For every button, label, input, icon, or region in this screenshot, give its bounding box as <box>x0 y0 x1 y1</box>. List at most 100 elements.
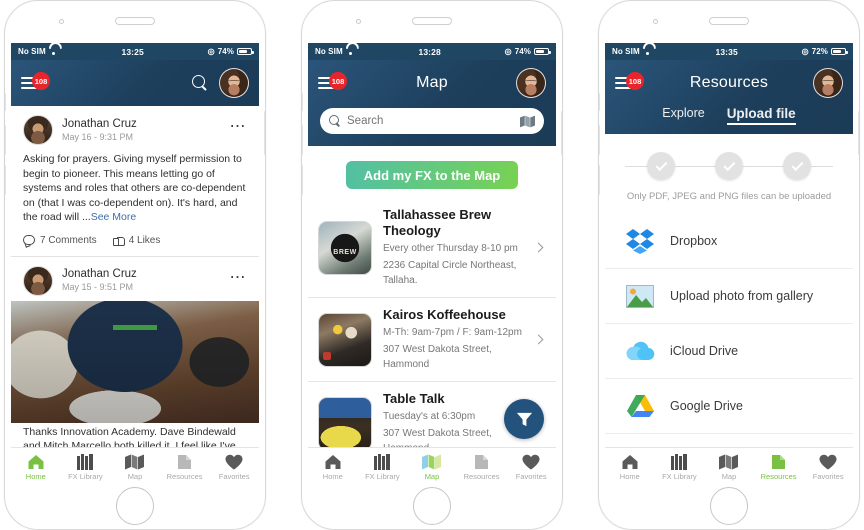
status-bar: No SIM 13:28 ◎ 74% <box>308 43 556 60</box>
upload-scroll-area[interactable]: Only PDF, JPEG and PNG files can be uplo… <box>605 143 853 447</box>
library-books-icon <box>670 453 688 470</box>
chevron-right-icon <box>533 334 544 345</box>
post-header: Jonathan Cruz May 15 - 9:51 PM ⋯ <box>11 257 259 301</box>
post-timestamp: May 15 - 9:51 PM <box>62 282 134 292</box>
map-icon <box>125 453 145 470</box>
battery-icon <box>534 47 551 56</box>
bottom-tab-bar: Home FX Library Map Resources Favorites <box>11 447 259 485</box>
tab-resources[interactable]: Resources <box>160 448 210 485</box>
tab-favorites-label: Favorites <box>515 471 547 481</box>
google-drive-icon <box>625 391 655 421</box>
phone-mute-switch <box>5 93 6 111</box>
post-stats: 7 Comments 4 Likes <box>11 231 259 256</box>
earpiece-speaker <box>115 17 155 25</box>
tab-home-label: Home <box>619 471 640 481</box>
see-more-link[interactable]: See More <box>91 211 137 223</box>
progress-step-3[interactable] <box>783 152 811 180</box>
status-bar: No SIM 13:25 ◎ 74% <box>11 43 259 60</box>
tab-resources-label: Resources <box>760 471 797 481</box>
tab-home[interactable]: Home <box>11 448 61 485</box>
progress-step-2[interactable] <box>715 152 743 180</box>
tab-explore[interactable]: Explore <box>662 106 704 125</box>
place-row[interactable]: Tallahassee Brew Theology Every other Th… <box>308 198 556 298</box>
tab-favorites[interactable]: Favorites <box>506 448 556 485</box>
phone-top-bezel <box>599 1 859 43</box>
more-options-icon[interactable]: ⋯ <box>230 269 248 288</box>
post-author-avatar[interactable] <box>23 115 53 145</box>
carrier-label: No SIM <box>612 47 640 56</box>
carrier-label: No SIM <box>18 47 46 56</box>
user-avatar[interactable] <box>813 68 843 98</box>
tab-home[interactable]: Home <box>605 448 655 485</box>
hamburger-menu-icon[interactable]: 108 <box>21 72 50 91</box>
likes-stat[interactable]: 4 Likes <box>112 235 160 246</box>
upload-source-icloud[interactable]: iCloud Drive <box>605 324 853 379</box>
home-button[interactable] <box>710 487 748 525</box>
search-field[interactable] <box>320 108 544 134</box>
folded-map-icon[interactable] <box>520 115 535 128</box>
library-books-icon <box>373 453 391 470</box>
tab-fx-library[interactable]: FX Library <box>655 448 705 485</box>
tab-home-label: Home <box>25 471 46 481</box>
upload-source-label: Upload photo from gallery <box>670 289 814 303</box>
feed-post[interactable]: Jonathan Cruz May 15 - 9:51 PM ⋯ Thanks … <box>11 256 259 448</box>
chevron-right-icon <box>533 242 544 253</box>
upload-source-gallery[interactable]: Upload photo from gallery <box>605 269 853 324</box>
dropbox-icon <box>625 226 655 256</box>
home-button[interactable] <box>413 487 451 525</box>
user-avatar[interactable] <box>516 68 546 98</box>
post-author-name: Jonathan Cruz <box>62 268 137 280</box>
post-author-avatar[interactable] <box>23 265 53 296</box>
hamburger-menu-icon[interactable]: 108 <box>318 72 347 91</box>
check-icon <box>722 158 736 172</box>
tab-upload-file[interactable]: Upload file <box>726 106 796 125</box>
upload-source-dropbox[interactable]: Dropbox <box>605 214 853 269</box>
user-avatar[interactable] <box>219 68 249 98</box>
coffeehouse-photo-thumbnail <box>318 312 372 367</box>
tab-home-label: Home <box>322 471 343 481</box>
search-icon <box>329 115 341 127</box>
app-header: 108 Map <box>308 60 556 146</box>
place-row[interactable]: Kairos Koffeehouse M-Th: 9am-7pm / F: 9a… <box>308 298 556 382</box>
battery-percent-label: 74% <box>217 47 234 56</box>
screen-feed: No SIM 13:25 ◎ 74% 108 Jonathan Cruz May… <box>11 43 259 485</box>
tab-favorites[interactable]: Favorites <box>803 448 853 485</box>
tab-fx-library[interactable]: FX Library <box>61 448 111 485</box>
comments-stat[interactable]: 7 Comments <box>23 235 97 246</box>
phone-top-bezel <box>5 1 265 43</box>
phone-volume-up <box>5 125 6 155</box>
phone-map: No SIM 13:28 ◎ 74% 108 Map Search Add my… <box>301 0 563 530</box>
place-name: Table Talk <box>383 391 445 406</box>
feed-post[interactable]: Jonathan Cruz May 16 - 9:31 PM ⋯ Asking … <box>11 106 259 257</box>
thumbs-up-icon <box>112 235 125 246</box>
filter-funnel-icon[interactable] <box>504 399 544 439</box>
tab-resources[interactable]: Resources <box>754 448 804 485</box>
photo-gallery-icon <box>625 281 655 311</box>
feed-scroll-area[interactable]: Jonathan Cruz May 16 - 9:31 PM ⋯ Asking … <box>11 106 259 447</box>
post-author-name: Jonathan Cruz <box>62 117 137 130</box>
battery-icon <box>237 47 254 56</box>
home-button[interactable] <box>116 487 154 525</box>
tab-favorites[interactable]: Favorites <box>209 448 259 485</box>
more-options-icon[interactable]: ⋯ <box>230 119 248 137</box>
search-icon[interactable] <box>192 74 209 92</box>
upload-source-google-drive[interactable]: Google Drive <box>605 379 853 434</box>
tab-fx-library[interactable]: FX Library <box>358 448 408 485</box>
tab-home[interactable]: Home <box>308 448 358 485</box>
place-address: 307 West Dakota Street, Hammond <box>383 344 492 370</box>
hamburger-menu-icon[interactable]: 108 <box>615 72 644 91</box>
post-header: Jonathan Cruz May 16 - 9:31 PM ⋯ <box>11 106 259 150</box>
add-fx-to-map-button[interactable]: Add my FX to the Map <box>346 161 518 189</box>
tab-resources[interactable]: Resources <box>457 448 507 485</box>
tab-map[interactable]: Map <box>704 448 754 485</box>
tab-map[interactable]: Map <box>110 448 160 485</box>
search-input[interactable] <box>347 115 514 127</box>
post-timestamp: May 16 - 9:31 PM <box>62 131 134 142</box>
phone-power-button <box>561 111 562 155</box>
post-photo[interactable] <box>11 300 259 423</box>
tab-map[interactable]: Map <box>407 448 457 485</box>
progress-step-1[interactable] <box>647 152 675 180</box>
place-address: 307 West Dakota Street, Hammond <box>383 428 492 447</box>
post-body-text: Thanks Innovation Academy. Dave Bindewal… <box>23 425 236 448</box>
phone-volume-up <box>599 125 600 155</box>
